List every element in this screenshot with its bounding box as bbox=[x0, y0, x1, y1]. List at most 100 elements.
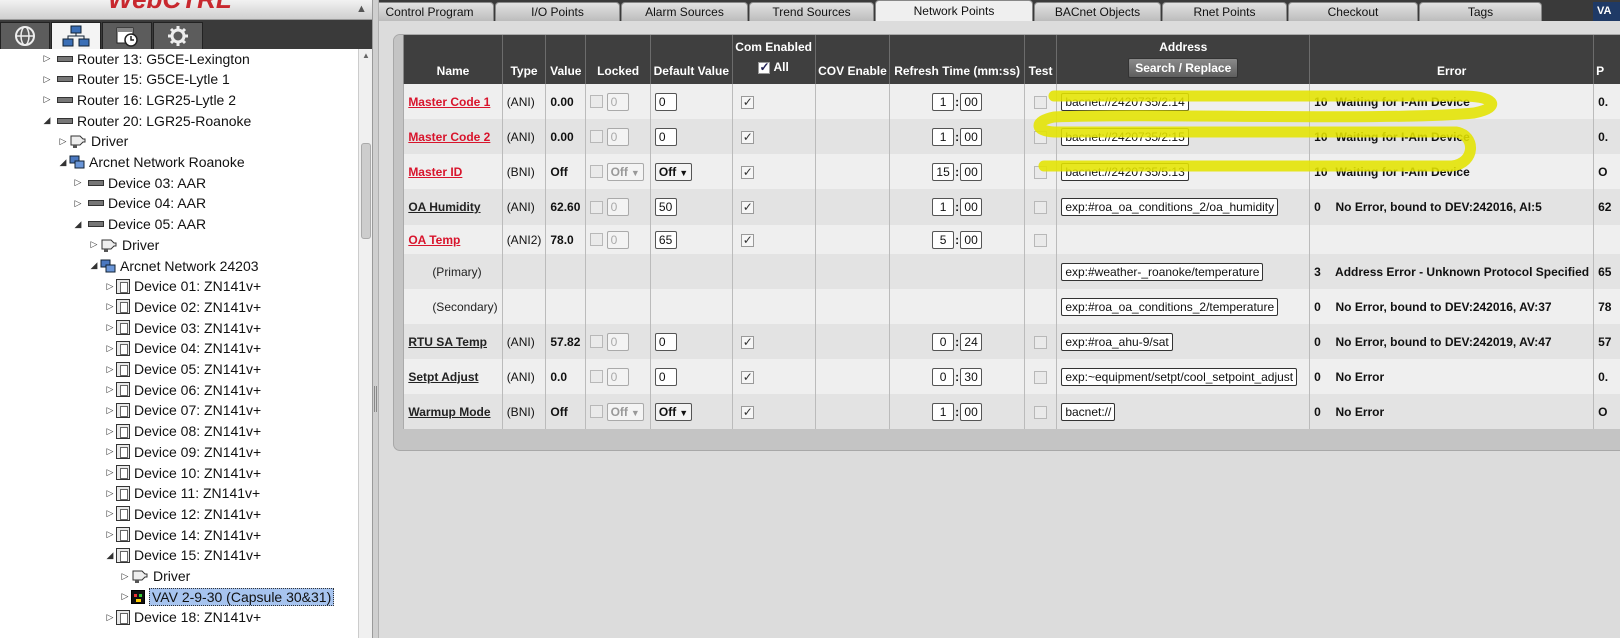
refresh-seconds-input[interactable]: 00 bbox=[960, 402, 983, 421]
com-enabled-checkbox[interactable] bbox=[740, 130, 754, 144]
tab-rnet-points[interactable]: Rnet Points bbox=[1162, 2, 1287, 21]
test-checkbox[interactable] bbox=[1034, 405, 1048, 419]
tree-item[interactable]: ▷ Device 11: ZN141v+ bbox=[104, 483, 261, 504]
locked-value-input[interactable]: 0 bbox=[606, 92, 629, 111]
address-input[interactable]: bacnet://2420735/2:14 bbox=[1061, 92, 1189, 111]
tree-item[interactable]: ◢ Arcnet Network 24203 bbox=[88, 255, 259, 276]
network-tab[interactable] bbox=[51, 22, 101, 49]
tree-item[interactable]: ▷ Device 10: ZN141v+ bbox=[104, 462, 262, 483]
tree-scrollbar-thumb[interactable] bbox=[361, 143, 371, 239]
locked-select[interactable]: Off ▼ bbox=[606, 162, 644, 181]
point-name-link[interactable]: RTU SA Temp bbox=[408, 335, 487, 349]
expand-icon[interactable]: ▷ bbox=[41, 74, 53, 85]
locked-value-input[interactable]: 0 bbox=[606, 198, 629, 216]
expand-icon[interactable]: ▷ bbox=[104, 446, 116, 457]
expand-icon[interactable]: ▷ bbox=[104, 426, 116, 437]
expand-icon[interactable]: ▷ bbox=[104, 301, 116, 312]
tree-item[interactable]: ▷ Device 04: AAR bbox=[72, 193, 207, 214]
scroll-up-icon[interactable]: ▲ bbox=[362, 51, 370, 60]
com-enabled-checkbox[interactable] bbox=[740, 165, 754, 179]
expand-icon[interactable]: ▷ bbox=[72, 177, 84, 188]
address-input[interactable]: exp:#roa_oa_conditions_2/oa_humidity bbox=[1061, 198, 1279, 216]
tab-control-program[interactable]: Control Program bbox=[379, 2, 494, 21]
locked-checkbox[interactable] bbox=[590, 370, 604, 383]
tree-item[interactable]: ▷ Device 01: ZN141v+ bbox=[104, 276, 262, 297]
tree-item[interactable]: ▷ Router 13: G5CE-Lexington bbox=[41, 49, 250, 69]
expand-icon[interactable]: ▷ bbox=[104, 529, 116, 540]
com-enabled-all-control[interactable]: All bbox=[735, 60, 813, 74]
tree-item[interactable]: ◢ Router 20: LGR25-Roanoke bbox=[41, 110, 252, 131]
tab-overflow[interactable]: VA bbox=[1593, 2, 1620, 21]
collapse-icon[interactable]: ◢ bbox=[88, 260, 100, 271]
tree-item[interactable]: ▷ Router 15: G5CE-Lytle 1 bbox=[41, 69, 230, 90]
search-replace-button[interactable]: Search / Replace bbox=[1128, 58, 1239, 78]
equipment-tab[interactable] bbox=[153, 22, 203, 49]
tree-item[interactable]: ▷ Device 03: AAR bbox=[72, 172, 207, 193]
address-input[interactable]: bacnet:// bbox=[1061, 402, 1116, 421]
default-value-input[interactable]: 0 bbox=[654, 127, 677, 146]
header-type[interactable]: Type bbox=[502, 35, 547, 84]
collapse-icon[interactable]: ◢ bbox=[57, 157, 69, 168]
expand-icon[interactable]: ▷ bbox=[72, 198, 84, 209]
refresh-minutes-input[interactable]: 1 bbox=[932, 92, 955, 111]
point-name-link[interactable]: Setpt Adjust bbox=[408, 370, 478, 384]
refresh-minutes-input[interactable]: 0 bbox=[932, 367, 955, 386]
refresh-seconds-input[interactable]: 00 bbox=[960, 162, 983, 181]
refresh-minutes-input[interactable]: 5 bbox=[932, 230, 955, 249]
tab-bacnet-objects[interactable]: BACnet Objects bbox=[1034, 2, 1161, 21]
expand-icon[interactable]: ▷ bbox=[41, 94, 53, 105]
expand-icon[interactable]: ▷ bbox=[41, 53, 53, 64]
refresh-seconds-input[interactable]: 00 bbox=[960, 127, 983, 146]
header-locked[interactable]: Locked bbox=[585, 35, 651, 84]
com-enabled-checkbox[interactable] bbox=[740, 405, 754, 419]
header-test[interactable]: Test bbox=[1024, 35, 1058, 84]
refresh-minutes-input[interactable]: 1 bbox=[932, 198, 955, 216]
default-value-input[interactable]: 65 bbox=[654, 230, 677, 249]
refresh-seconds-input[interactable]: 00 bbox=[960, 230, 983, 249]
test-checkbox[interactable] bbox=[1034, 165, 1048, 179]
expand-icon[interactable]: ▷ bbox=[104, 322, 116, 333]
point-name-link[interactable]: OA Humidity bbox=[408, 200, 480, 214]
tree-item[interactable]: ▷ Router 16: LGR25-Lytle 2 bbox=[41, 89, 236, 110]
locked-checkbox[interactable] bbox=[590, 335, 604, 348]
tree-item[interactable]: ▷ Driver bbox=[57, 131, 129, 152]
collapse-up-icon[interactable]: ▲ bbox=[356, 3, 367, 15]
expand-icon[interactable]: ▷ bbox=[104, 281, 116, 292]
default-value-input[interactable]: 0 bbox=[654, 332, 677, 351]
tree-item[interactable]: ▷ Device 07: ZN141v+ bbox=[104, 400, 262, 421]
expand-icon[interactable]: ▷ bbox=[104, 508, 116, 519]
header-default-value[interactable]: Default Value bbox=[650, 35, 733, 84]
address-input[interactable]: exp:#weather-_roanoke/temperature bbox=[1061, 262, 1264, 281]
collapse-icon[interactable]: ◢ bbox=[72, 219, 84, 230]
com-enabled-checkbox[interactable] bbox=[740, 95, 754, 109]
default-value-input[interactable]: 0 bbox=[654, 367, 677, 386]
expand-icon[interactable]: ▷ bbox=[104, 488, 116, 499]
default-value-input[interactable]: 0 bbox=[654, 92, 677, 111]
tree-item[interactable]: ◢ Arcnet Network Roanoke bbox=[57, 152, 245, 173]
tree-item[interactable]: ▷ Device 03: ZN141v+ bbox=[104, 317, 262, 338]
collapse-icon[interactable]: ◢ bbox=[41, 115, 53, 126]
tree-item[interactable]: ▷ Device 04: ZN141v+ bbox=[104, 338, 262, 359]
tree-item[interactable]: ▷ VAV 2-9-30 (Capsule 30&31) bbox=[119, 586, 335, 607]
locked-checkbox[interactable] bbox=[590, 95, 604, 108]
header-error[interactable]: Error bbox=[1309, 35, 1595, 84]
locked-select[interactable]: Off ▼ bbox=[606, 402, 644, 421]
expand-icon[interactable]: ▷ bbox=[57, 136, 69, 147]
locked-checkbox[interactable] bbox=[590, 165, 604, 178]
refresh-minutes-input[interactable]: 0 bbox=[932, 332, 955, 351]
refresh-seconds-input[interactable]: 30 bbox=[960, 367, 983, 386]
expand-icon[interactable]: ▷ bbox=[104, 405, 116, 416]
header-name[interactable]: Name bbox=[403, 35, 503, 84]
tree-item[interactable]: ▷ Device 18: ZN141v+ bbox=[104, 607, 262, 628]
point-name-link[interactable]: Master Code 2 bbox=[408, 130, 490, 144]
tree-item[interactable]: ▷ Device 12: ZN141v+ bbox=[104, 503, 262, 524]
test-checkbox[interactable] bbox=[1034, 95, 1048, 109]
com-enabled-checkbox[interactable] bbox=[740, 370, 754, 384]
expand-icon[interactable]: ▷ bbox=[104, 343, 116, 354]
expand-icon[interactable]: ▷ bbox=[119, 571, 131, 582]
locked-checkbox[interactable] bbox=[590, 233, 604, 246]
test-checkbox[interactable] bbox=[1034, 233, 1048, 247]
address-input[interactable]: exp:#roa_ahu-9/sat bbox=[1061, 332, 1173, 351]
point-name-link[interactable]: Master Code 1 bbox=[408, 95, 490, 109]
default-value-input[interactable]: 50 bbox=[654, 198, 677, 216]
